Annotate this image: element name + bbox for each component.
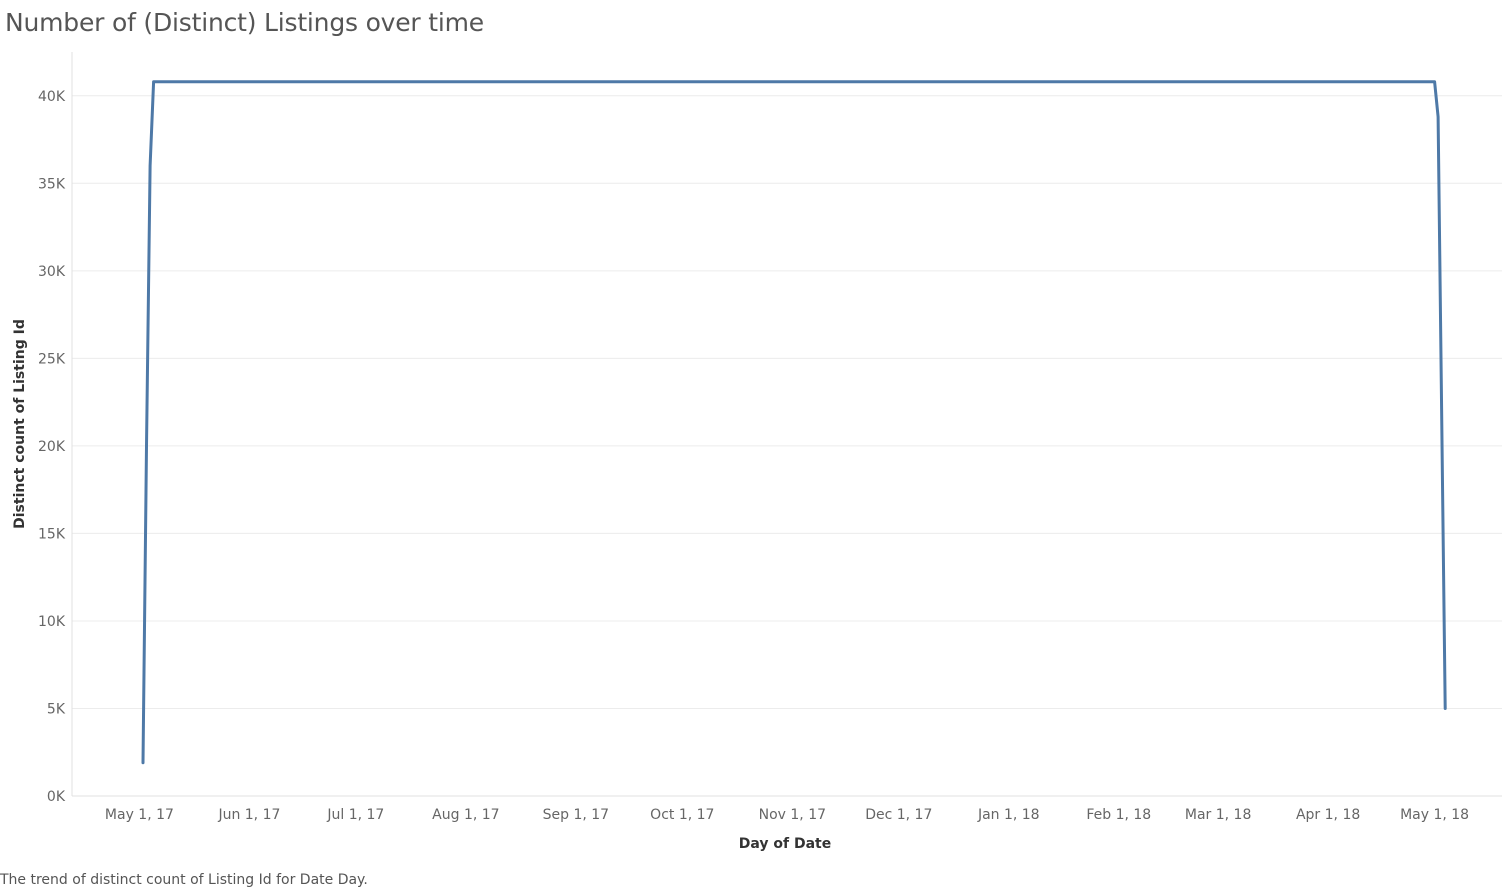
y-axis-ticks: 0K 5K 10K 15K 20K 25K 30K 35K 40K <box>38 89 66 805</box>
y-tick-label: 35K <box>38 176 66 192</box>
y-tick-label: 10K <box>38 614 66 630</box>
x-tick-label: Aug 1, 17 <box>432 807 499 823</box>
line-chart: 0K 5K 10K 15K 20K 25K 30K 35K 40K May 1, 17 Jun 1… <box>12 52 1502 852</box>
x-axis-title: Day of Date <box>739 836 831 852</box>
y-axis-title: Distinct count of Listing Id <box>12 319 28 529</box>
y-tick-label: 20K <box>38 439 66 455</box>
y-tick-label: 0K <box>47 789 66 805</box>
y-tick-label: 30K <box>38 264 66 280</box>
series-layer <box>141 80 1447 765</box>
x-tick-label: Dec 1, 17 <box>865 807 932 823</box>
x-tick-label: Jun 1, 17 <box>217 807 280 823</box>
gridlines <box>72 95 1502 709</box>
x-axis-ticks: May 1, 17 Jun 1, 17 Jul 1, 17 Aug 1, 17 Sep … <box>105 807 1469 823</box>
x-tick-label: Jan 1, 18 <box>977 807 1040 823</box>
x-tick-label: Mar 1, 18 <box>1185 807 1252 823</box>
x-tick-label: Apr 1, 18 <box>1296 807 1360 823</box>
x-tick-label: May 1, 18 <box>1400 807 1469 823</box>
axes <box>71 52 1502 797</box>
series-line <box>141 80 1447 765</box>
y-tick-label: 40K <box>38 89 66 105</box>
x-tick-label: Sep 1, 17 <box>543 807 609 823</box>
y-tick-label: 15K <box>38 526 66 542</box>
x-tick-label: Jul 1, 17 <box>326 807 384 823</box>
x-tick-label: Feb 1, 18 <box>1086 807 1151 823</box>
y-tick-label: 5K <box>47 701 66 717</box>
y-tick-label: 25K <box>38 351 66 367</box>
x-tick-label: Nov 1, 17 <box>759 807 826 823</box>
x-tick-label: May 1, 17 <box>105 807 174 823</box>
chart-caption: The trend of distinct count of Listing I… <box>0 872 368 888</box>
x-tick-label: Oct 1, 17 <box>650 807 714 823</box>
